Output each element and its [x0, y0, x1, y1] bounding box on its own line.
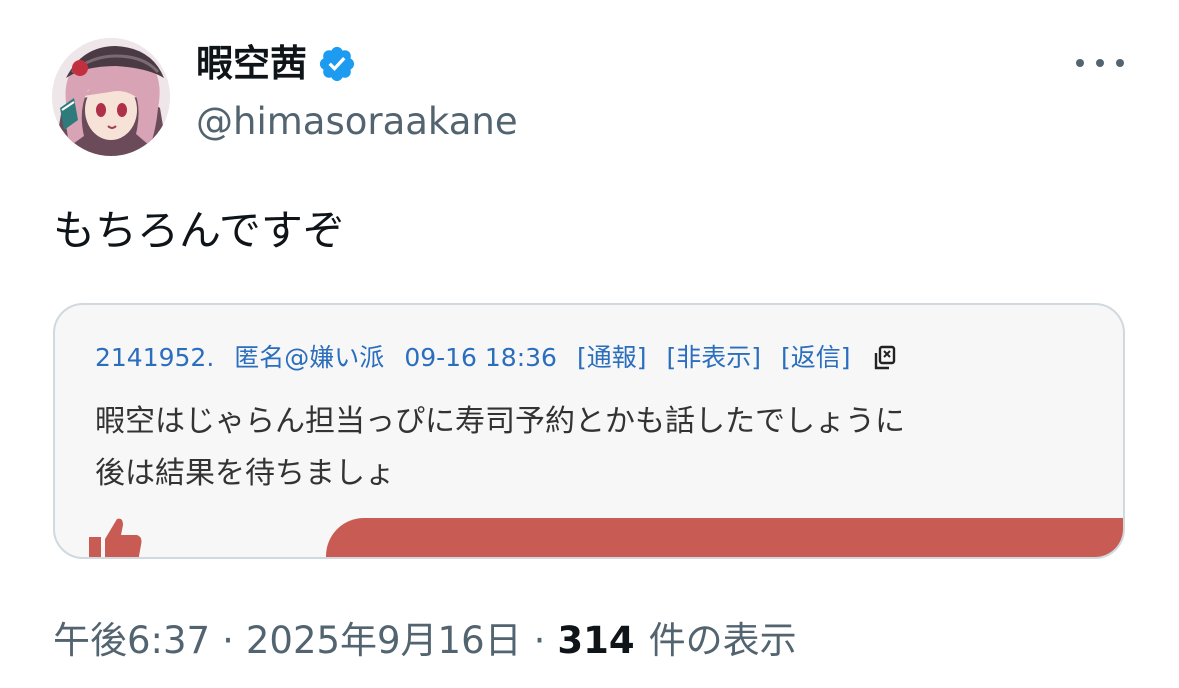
author-display-name[interactable]: 暇空茜 [196, 39, 307, 89]
tweet-time[interactable]: 午後6:37 [53, 617, 210, 665]
tweet-date[interactable]: 2025年9月16日 [246, 617, 522, 665]
tweet-meta: 午後6:37 · 2025年9月16日 · 314 件の表示 [53, 617, 797, 665]
author-handle[interactable]: @himasoraakane [196, 100, 518, 144]
embedded-post-header: 2141952. 匿名@嫌い派 09-16 18:36 [通報] [非表示] [… [95, 341, 899, 375]
post-number: 2141952. [95, 343, 215, 372]
anime-avatar-icon [52, 38, 170, 156]
more-dot [1096, 59, 1104, 67]
avatar[interactable] [52, 38, 170, 156]
views-count[interactable]: 314 [557, 617, 634, 665]
author-name-row: 暇空茜 [196, 39, 357, 89]
attached-image-card[interactable]: 2141952. 匿名@嫌い派 09-16 18:36 [通報] [非表示] [… [53, 303, 1125, 559]
report-link: [通報] [576, 343, 647, 372]
post-datetime: 09-16 18:36 [404, 343, 557, 372]
more-dot [1076, 59, 1084, 67]
vote-bar [326, 518, 1123, 557]
post-body-line: 暇空はじゃらん担当っぴに寿司予約とかも話したでしょうに [95, 404, 905, 439]
thumbs-up-icon [89, 518, 142, 557]
reply-link: [返信] [780, 343, 851, 372]
hide-link: [非表示] [666, 343, 761, 372]
more-dot [1116, 59, 1124, 67]
more-options-icon[interactable] [1076, 50, 1124, 76]
verified-badge-icon [319, 46, 355, 82]
embedded-post-body: 暇空はじゃらん担当っぴに寿司予約とかも話したでしょうに 後は結果を待ちましょ [95, 396, 1115, 500]
views-label: 件の表示 [648, 619, 797, 662]
tweet-text: もちろんですぞ [53, 206, 345, 255]
copy-icon [874, 345, 895, 370]
meta-separator: · [533, 619, 546, 662]
post-body-line: 後は結果を待ちましょ [95, 456, 395, 491]
meta-separator: · [222, 619, 234, 662]
post-author: 匿名@嫌い派 [234, 343, 385, 372]
